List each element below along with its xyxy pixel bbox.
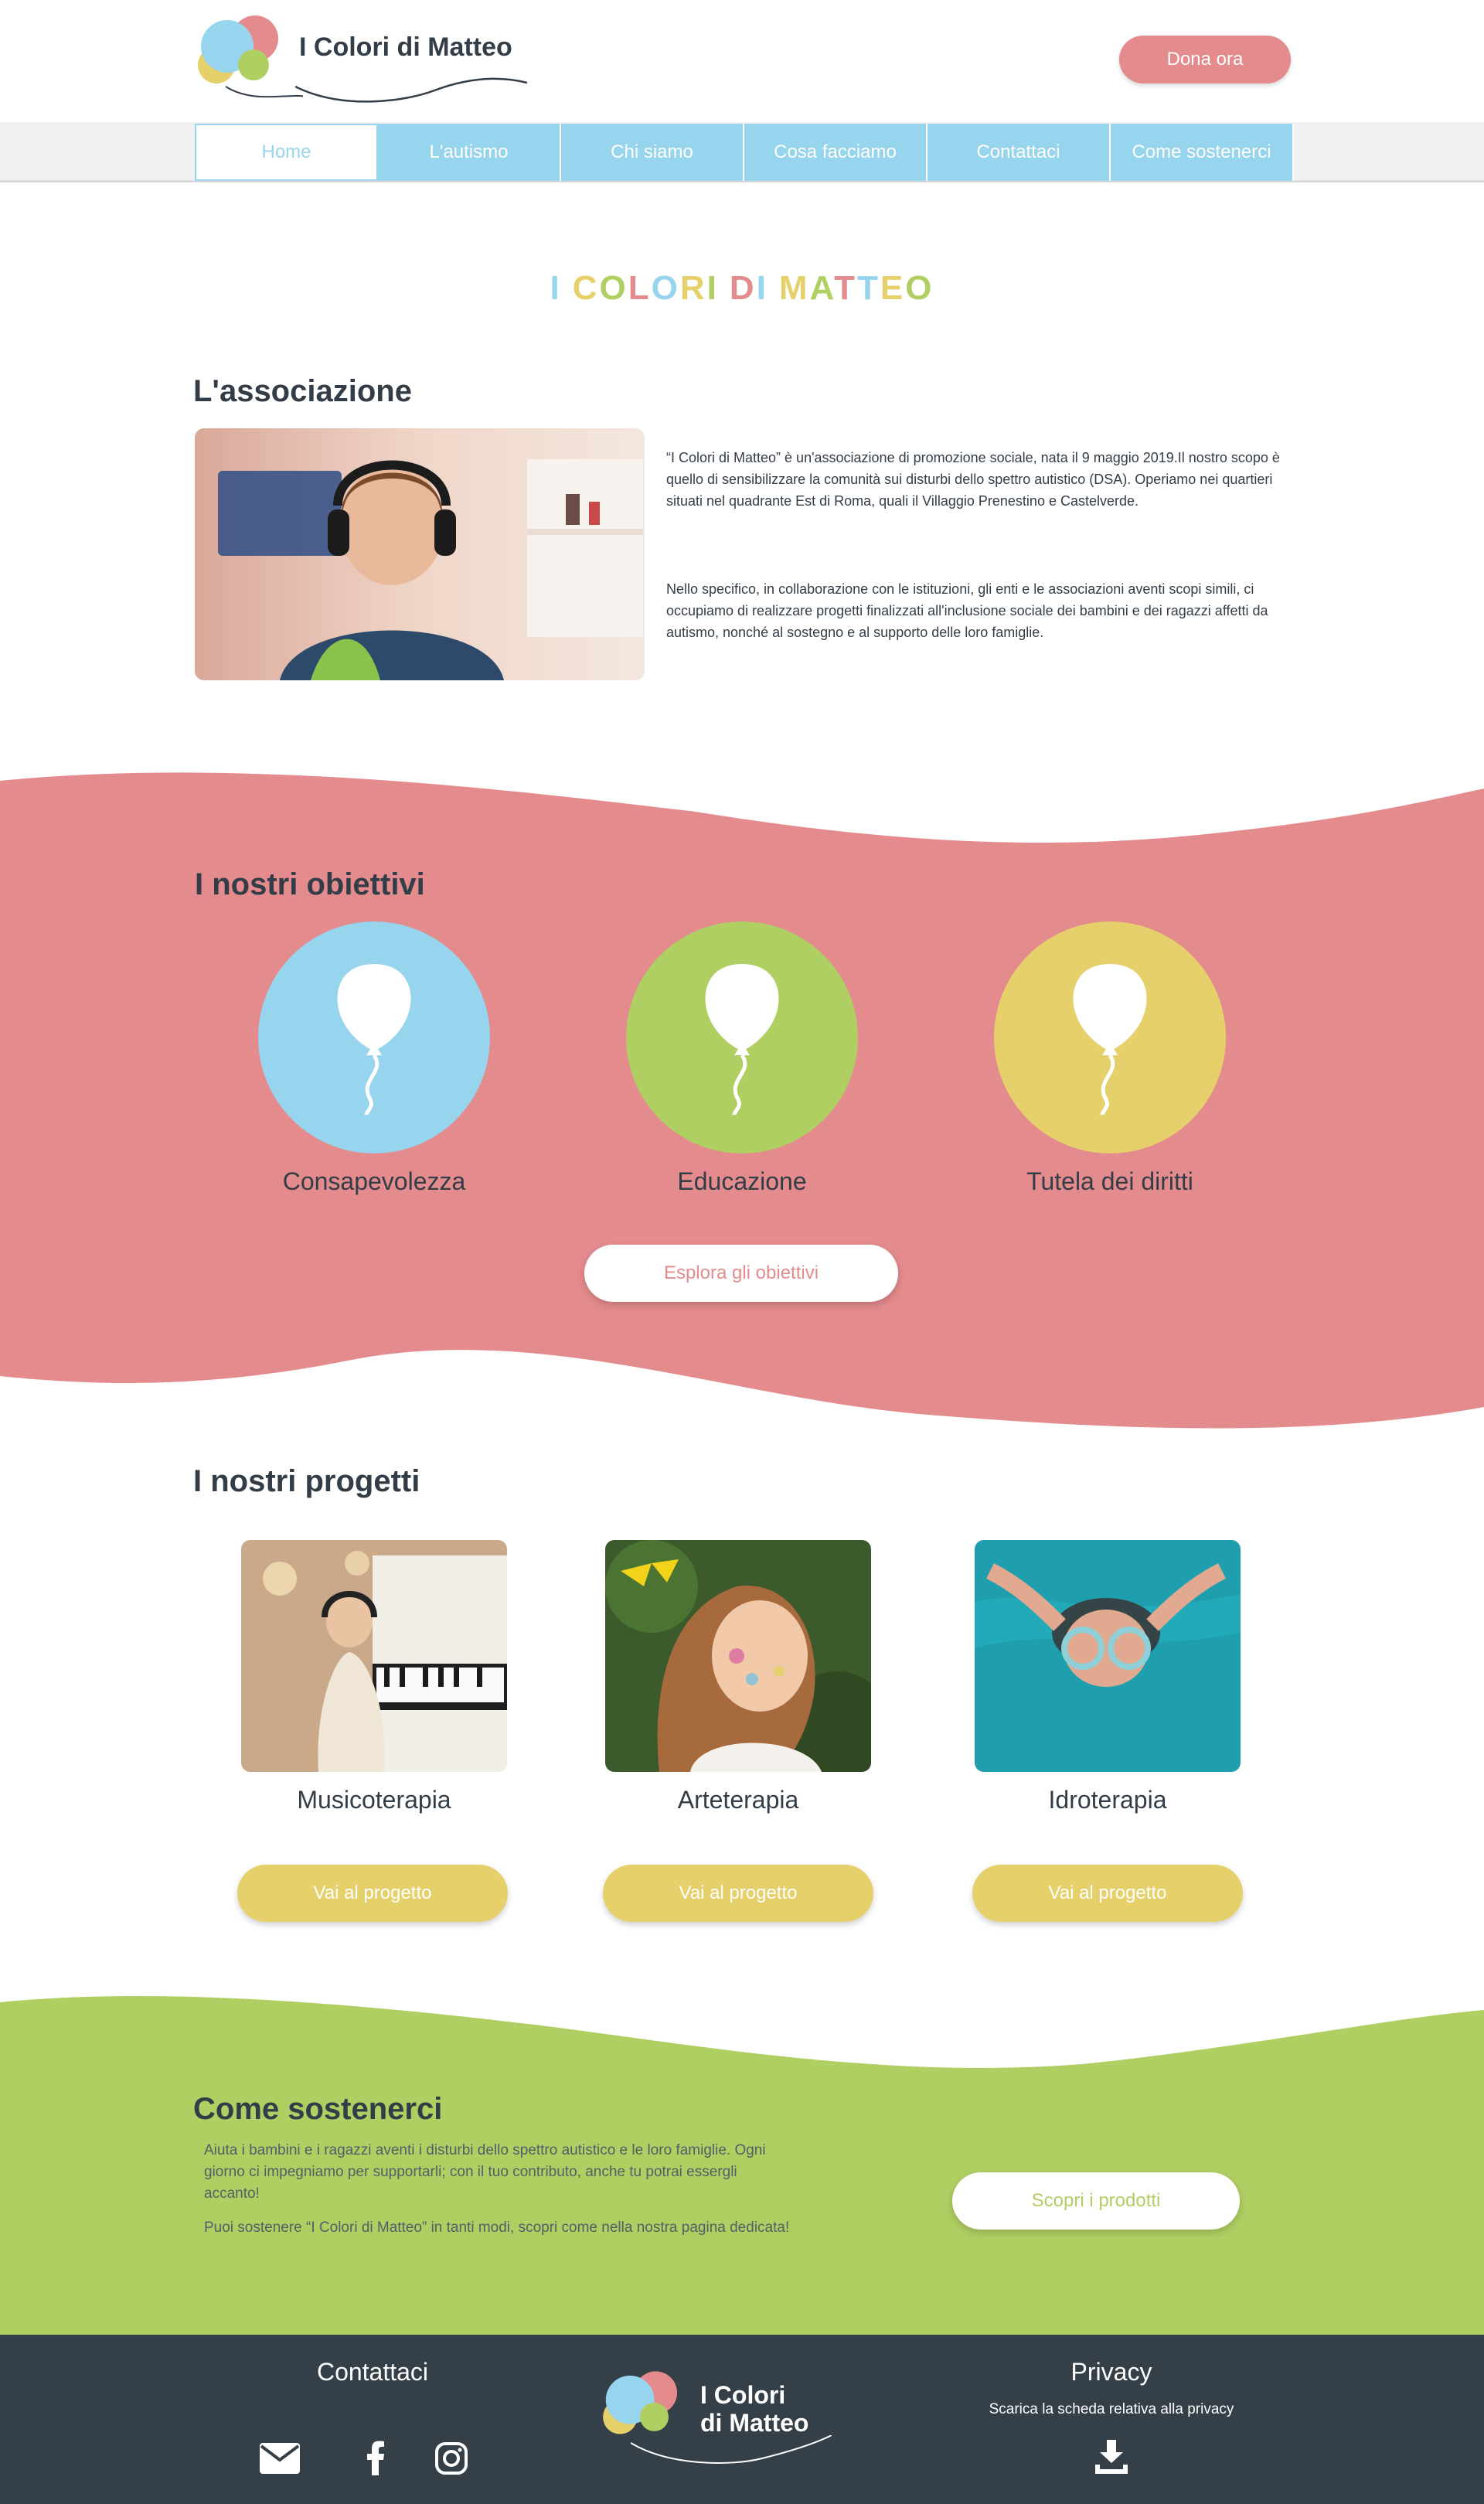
title-letter: D — [729, 269, 757, 307]
nav-item-come-sostenerci[interactable]: Come sostenerci — [1111, 124, 1294, 181]
nav-item-chi-siamo[interactable]: Chi siamo — [561, 124, 744, 181]
objective-circle — [258, 922, 490, 1153]
balloon-icon — [337, 964, 411, 1116]
explore-objectives-button[interactable]: Esplora gli obiettivi — [584, 1245, 898, 1302]
logo-string-icon — [295, 77, 527, 103]
project-photo-pool — [975, 1540, 1241, 1772]
objective-circle — [994, 922, 1226, 1153]
footer-logo[interactable]: I Colori di Matteo — [600, 2366, 847, 2482]
title-letter: M — [778, 269, 810, 307]
association-text-1: “I Colori di Matteo” è un'associazione d… — [666, 450, 1280, 509]
balloon-icon — [1073, 964, 1147, 1116]
title-letter: I — [756, 269, 768, 307]
title-letter: I — [550, 269, 562, 307]
title-letter: A — [809, 269, 835, 307]
download-icon[interactable] — [1095, 2440, 1128, 2474]
page-title: I COLORI DI MATTEO — [0, 269, 1484, 308]
mail-icon[interactable] — [260, 2443, 300, 2474]
nav-item-contattaci[interactable]: Contattaci — [928, 124, 1111, 181]
title-letter: R — [679, 269, 707, 307]
title-letter: O — [651, 269, 680, 307]
objective-educazione: Educazione — [626, 922, 858, 1196]
brand-name: I Colori di Matteo — [299, 32, 512, 62]
objective-circle — [626, 922, 858, 1153]
title-letter: C — [572, 269, 600, 307]
objective-label: Tutela dei diritti — [1026, 1167, 1193, 1195]
objective-label: Educazione — [677, 1167, 807, 1195]
site-footer: Contattaci I Colori di Matteo Privacy Sc… — [0, 2335, 1484, 2504]
balloon-icon — [705, 964, 779, 1116]
title-letter: O — [905, 269, 934, 307]
nav-item-autismo[interactable]: L'autismo — [378, 124, 561, 181]
project-card-arteterapia[interactable]: Arteterapia — [605, 1540, 871, 1814]
project-button-musicoterapia[interactable]: Vai al progetto — [237, 1865, 508, 1922]
footer-privacy-text: Scarica la scheda relativa alla privacy — [989, 2401, 1234, 2417]
title-letter: O — [599, 269, 628, 307]
footer-contact-title: Contattaci — [316, 2358, 429, 2386]
project-title: Musicoterapia — [297, 1786, 451, 1814]
footer-privacy-title: Privacy — [1070, 2358, 1152, 2386]
site-logo[interactable]: I Colori di Matteo — [195, 9, 535, 110]
objective-label: Consapevolezza — [282, 1167, 466, 1195]
discover-products-button[interactable]: Scopri i prodotti — [952, 2172, 1240, 2230]
title-letter: L — [628, 269, 652, 307]
objective-tutela: Tutela dei diritti — [994, 922, 1226, 1196]
nav-item-cosa-facciamo[interactable]: Cosa facciamo — [744, 124, 928, 181]
project-card-musicoterapia[interactable]: Musicoterapia — [241, 1540, 507, 1814]
project-title: Idroterapia — [1048, 1786, 1167, 1814]
support-text-2: Puoi sostenere “I Colori di Matteo” in t… — [204, 2220, 790, 2236]
project-card-idroterapia[interactable]: Idroterapia — [975, 1540, 1241, 1814]
logo-string-icon — [631, 2435, 832, 2464]
balloons-logo-icon — [198, 15, 303, 98]
footer-brand-line-2: di Matteo — [700, 2409, 809, 2437]
title-letter: T — [834, 269, 857, 307]
support-text-1: Aiuta i bambini e i ragazzi aventi i dis… — [204, 2142, 766, 2202]
site-header: I Colori di Matteo Dona ora — [0, 0, 1484, 124]
project-title: Arteterapia — [677, 1786, 799, 1814]
association-photo — [195, 428, 645, 680]
project-photo-paint — [605, 1540, 871, 1772]
project-button-arteterapia[interactable]: Vai al progetto — [603, 1865, 873, 1922]
donate-button[interactable]: Dona ora — [1119, 36, 1291, 83]
nav-item-home[interactable]: Home — [195, 124, 378, 181]
title-letter: I — [706, 269, 719, 307]
objective-consapevolezza: Consapevolezza — [258, 922, 490, 1196]
footer-brand-line-1: I Colori — [700, 2381, 786, 2409]
projects-heading: I nostri progetti — [193, 1464, 420, 1498]
association-heading: L'associazione — [193, 374, 412, 408]
project-photo-piano — [241, 1540, 507, 1772]
title-letter: E — [880, 269, 906, 307]
main-navigation: Home L'autismo Chi siamo Cosa facciamo C… — [0, 122, 1484, 182]
title-letter: T — [856, 269, 880, 307]
support-heading: Come sostenerci — [193, 2092, 443, 2126]
objectives-heading: I nostri obiettivi — [195, 867, 425, 901]
facebook-icon[interactable] — [366, 2440, 385, 2475]
instagram-icon[interactable] — [434, 2441, 468, 2475]
project-button-idroterapia[interactable]: Vai al progetto — [972, 1865, 1243, 1922]
association-text-2: Nello specifico, in collaborazione con l… — [666, 581, 1268, 640]
